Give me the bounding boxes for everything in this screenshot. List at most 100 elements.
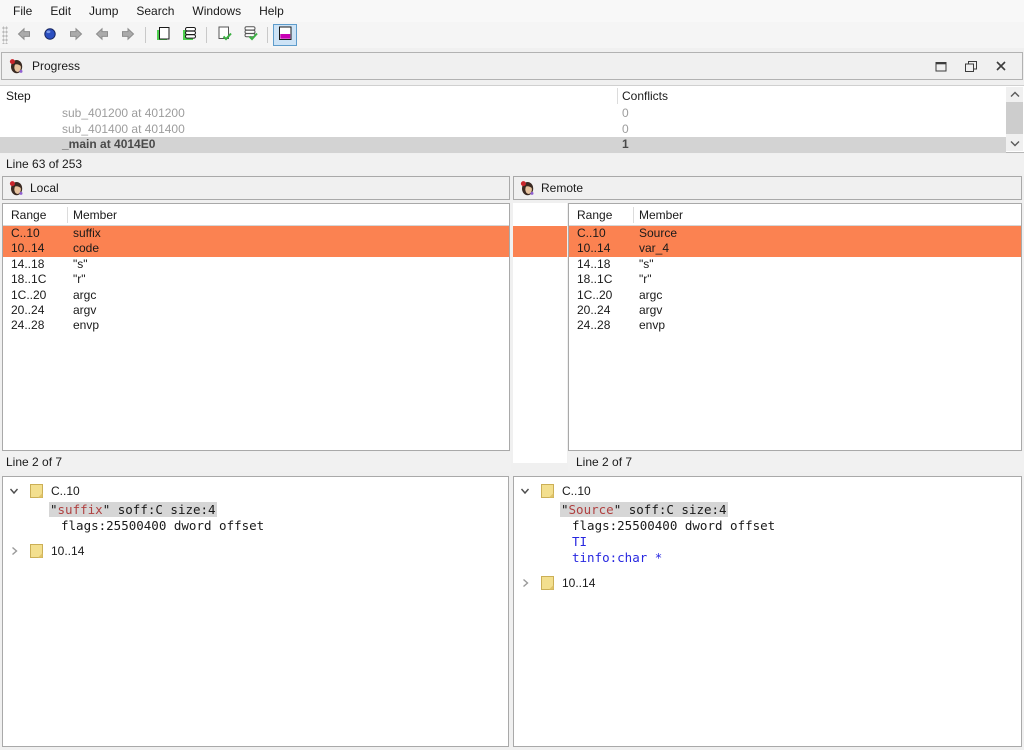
local-pane-title: Local [30,181,59,195]
scroll-down-icon[interactable] [1006,136,1023,151]
detail-text: tinfo:char * [572,550,662,565]
tree-detail-line[interactable]: TI [572,534,1021,550]
member-row[interactable]: C..10suffix [3,226,509,241]
step-table-header[interactable]: Step Conflicts [0,86,1024,106]
range-cell: 1C..20 [11,288,46,303]
range-cell: 10..14 [11,241,44,256]
menu-help[interactable]: Help [250,1,293,21]
member-row[interactable]: C..10Source [569,226,1021,241]
member-row[interactable]: 20..24argv [3,303,509,318]
tree-node-10--14[interactable]: 10..14 [514,572,1021,594]
toolbar-separator [145,27,146,43]
menu-windows[interactable]: Windows [183,1,250,21]
progress-line-status: Line 63 of 253 [0,154,1024,174]
member-cell: argv [639,303,662,318]
menu-edit[interactable]: Edit [41,1,80,21]
detail-text: " [561,502,569,517]
member-row[interactable]: 10..14var_4 [569,241,1021,256]
column-separator[interactable] [633,207,634,223]
local-member-table: Range Member C..10suffix10..14 code14..18… [2,203,510,451]
chevron-right-icon[interactable] [519,577,533,589]
step-name: sub_401400 at 401400 [62,122,185,138]
member-row[interactable]: 14..18"s" [3,257,509,272]
current-position-button[interactable] [38,24,62,46]
remote-table-header[interactable]: Range Member [569,204,1021,226]
tree-detail-line[interactable]: "suffix" soff:C size:4 [49,502,508,518]
member-row[interactable]: 18..1C"r" [3,272,509,287]
merge-view-button[interactable] [273,24,297,46]
step-row[interactable]: _main at 4014E0 1 [0,137,1006,153]
member-row[interactable]: 24..28envp [3,318,509,333]
member-row[interactable]: 20..24argv [569,303,1021,318]
toolbar-grip-handle[interactable] [2,26,8,44]
member-row[interactable]: 1C..20argc [3,288,509,303]
column-header-range[interactable]: Range [577,208,612,222]
column-header-conflicts[interactable]: Conflicts [622,89,668,103]
step-row[interactable]: sub_401400 at 401400 0 [0,122,1006,138]
member-row[interactable]: 1C..20argc [569,288,1021,303]
step-name: sub_401200 at 401200 [62,106,185,122]
menu-search[interactable]: Search [127,1,183,21]
maximize-button[interactable] [926,55,956,77]
column-header-range[interactable]: Range [11,208,46,222]
tree-node-10--14[interactable]: 10..14 [3,540,508,562]
member-cell: suffix [73,226,101,241]
next-item-button[interactable] [116,24,140,46]
range-cell: 14..18 [577,257,610,272]
tree-node-C--10[interactable]: C..10 [514,480,1021,502]
nav-back-button[interactable] [12,24,36,46]
column-separator[interactable] [617,88,618,104]
record-circle-icon [42,26,58,45]
scrollbar-thumb[interactable] [1006,102,1023,134]
tree-detail-line[interactable]: flags:25500400 dword offset [572,518,1021,534]
detail-highlight: "suffix" soff:C size:4 [49,502,217,517]
chevron-right-icon[interactable] [8,545,22,557]
page-green-icon [155,25,172,45]
remote-member-table: Range Member C..10Source10..14var_414..1… [568,203,1022,451]
page-diff-button[interactable] [151,24,175,46]
member-cell: "s" [73,257,88,272]
step-row[interactable]: sub_401200 at 4012000 [0,106,1006,122]
tree-detail-line[interactable]: flags:25500400 dword offset [61,518,508,534]
menu-jump[interactable]: Jump [80,1,127,21]
member-cell: code [73,241,99,256]
step-conflicts: 1 [622,137,629,153]
local-table-header[interactable]: Range Member [3,204,509,226]
member-row[interactable]: 14..18"s" [569,257,1021,272]
menu-file[interactable]: File [4,1,41,21]
detail-text: Source [569,502,614,517]
column-header-step[interactable]: Step [6,89,31,103]
stack-diff-button[interactable] [177,24,201,46]
chevron-down-icon[interactable] [519,485,533,497]
column-separator[interactable] [67,207,68,223]
ida-app-icon [8,180,24,196]
member-row[interactable]: 24..28envp [569,318,1021,333]
float-button[interactable] [956,55,986,77]
tree-detail-line[interactable]: "Source" soff:C size:4 [560,502,1021,518]
member-row[interactable]: 18..1C"r" [569,272,1021,287]
scroll-up-icon[interactable] [1006,87,1023,102]
member-cell: envp [639,318,665,333]
detail-text: " [50,502,58,517]
chevron-down-icon[interactable] [8,485,22,497]
step-table-scrollbar[interactable] [1006,87,1023,151]
progress-window-titlebar[interactable]: Progress [1,52,1023,80]
remote-line-status: Line 2 of 7 [568,452,1024,472]
step-conflicts: 0 [622,122,629,138]
column-header-member[interactable]: Member [639,208,683,222]
member-row[interactable]: 10..14 code [3,241,509,256]
step-name: _main at 4014E0 [62,137,155,153]
prev-item-button[interactable] [90,24,114,46]
column-header-member[interactable]: Member [73,208,117,222]
page-accept-button[interactable] [212,24,236,46]
local-line-status: Line 2 of 7 [0,452,511,472]
page-check-icon [216,25,233,45]
progress-step-table: Step Conflicts sub_401200 at 4012000sub_… [0,85,1024,153]
nav-forward-button[interactable] [64,24,88,46]
arrow-right-icon [68,26,84,45]
tree-detail-line[interactable]: tinfo:char * [572,550,1021,566]
close-button[interactable] [986,55,1016,77]
tree-node-C--10[interactable]: C..10 [3,480,508,502]
range-cell: 18..1C [11,272,46,287]
stack-accept-button[interactable] [238,24,262,46]
